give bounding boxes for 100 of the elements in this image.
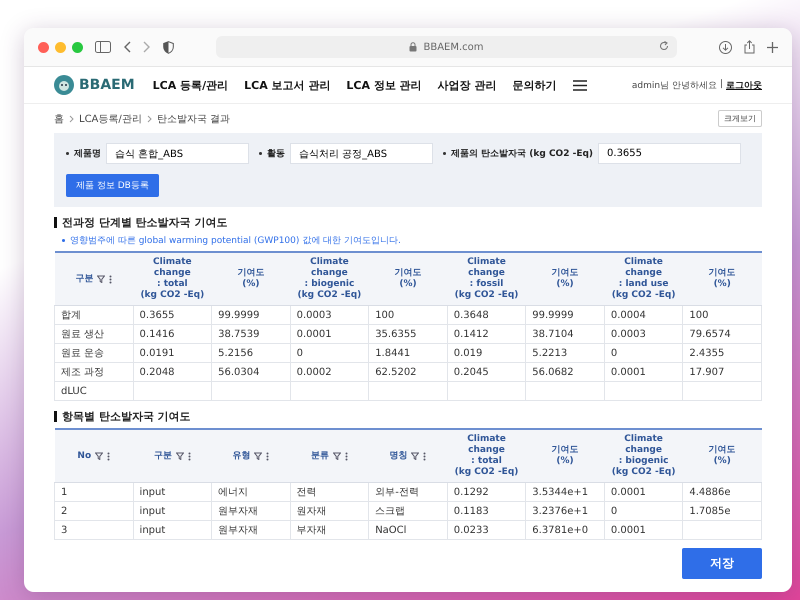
- shield-icon[interactable]: [163, 40, 174, 54]
- table-cell: input: [133, 520, 212, 540]
- table-cell: 1.7085e: [682, 502, 762, 520]
- filter-icon[interactable]: [332, 452, 341, 460]
- table-cell: 100: [368, 306, 448, 324]
- register-button[interactable]: 제품 정보 DB등록: [66, 174, 159, 197]
- column-header: Climate change : biogenic (kg CO2 -Eq): [296, 257, 362, 301]
- breadcrumb-item[interactable]: LCA등록/관리: [79, 112, 142, 126]
- table-cell: 원료 생산: [54, 324, 134, 344]
- table-cell: 0.1292: [447, 482, 526, 502]
- column-header: Climate change : fossil (kg CO2 -Eq): [454, 257, 520, 301]
- table-cell: 35.6355: [368, 324, 448, 344]
- table-cell: 0.3655: [133, 306, 212, 324]
- table-cell: 스크랩: [368, 502, 448, 520]
- table-cell: 2: [54, 502, 134, 520]
- table-cell: 원부자재: [212, 520, 290, 540]
- filter-icon[interactable]: [176, 452, 184, 460]
- address-bar[interactable]: BBAEM.com: [216, 36, 677, 58]
- table-cell: 0.0001: [604, 482, 683, 502]
- nav-link[interactable]: LCA 정보 관리: [346, 78, 422, 92]
- input-field[interactable]: 0.3655: [598, 143, 742, 164]
- table-cell: 0.1412: [447, 324, 526, 344]
- table-cell: 원료 운송: [54, 344, 134, 362]
- table-cell: input: [133, 482, 212, 502]
- more-icon[interactable]: [107, 452, 110, 460]
- column-header: 분류: [310, 450, 329, 462]
- column-header: 기여도 (%): [552, 268, 579, 290]
- table-cell: 56.0682: [526, 362, 604, 382]
- sidebar-icon[interactable]: [95, 41, 111, 53]
- more-icon[interactable]: [188, 452, 191, 460]
- table-cell: 56.0304: [212, 362, 290, 382]
- table-cell: 0: [604, 344, 683, 362]
- table-cell: 합계: [54, 306, 134, 324]
- more-icon[interactable]: [266, 452, 270, 460]
- filter-icon[interactable]: [411, 452, 420, 460]
- column-header: Climate change : total (kg CO2 -Eq): [454, 434, 520, 478]
- menu-icon[interactable]: [572, 80, 586, 90]
- table-cell: 0.0002: [290, 362, 369, 382]
- save-button[interactable]: 저장: [682, 548, 762, 579]
- column-header: 구분: [154, 450, 172, 462]
- table-cell: 전력: [290, 482, 369, 502]
- table-cell: 0.1183: [447, 502, 526, 520]
- table-cell: 1: [54, 482, 134, 502]
- title-bar-mark: [54, 217, 57, 228]
- nav-link[interactable]: LCA 등록/관리: [152, 78, 228, 92]
- table-cell: 0.0003: [604, 324, 683, 344]
- input-field[interactable]: 습식처리 공정_ABS: [290, 143, 433, 164]
- table-cell: 0.3648: [447, 306, 526, 324]
- table-cell: 0.0001: [604, 362, 683, 382]
- logout-link[interactable]: 로그아웃: [726, 78, 762, 92]
- breadcrumb-item[interactable]: 홈: [54, 112, 64, 126]
- field-label: 제품명: [74, 148, 101, 160]
- column-header: 명칭: [389, 450, 408, 462]
- table-cell: 0.2045: [447, 362, 526, 382]
- column-header: 기여도 (%): [237, 268, 264, 290]
- field-label: 제품의 탄소발자국 (kg CO2 -Eq): [451, 148, 594, 160]
- table-cell: 0: [604, 502, 683, 520]
- column-header: Climate change : land use (kg CO2 -Eq): [610, 257, 676, 301]
- more-icon[interactable]: [344, 452, 348, 460]
- back-icon[interactable]: [123, 41, 131, 53]
- filter-icon[interactable]: [97, 275, 106, 283]
- table-cell: 1.8441: [368, 344, 448, 362]
- more-icon[interactable]: [109, 274, 112, 284]
- close-button[interactable]: [38, 42, 49, 52]
- table-cell: 0.0233: [447, 520, 526, 540]
- column-header: 기여도 (%): [552, 445, 579, 467]
- greeting-text: admin님 안녕하세요: [632, 80, 717, 92]
- share-icon[interactable]: [744, 40, 755, 54]
- note-text: 영향범주에 따른 global warming potential (GWP100) 값에 대한 기여도입니다.: [70, 235, 401, 247]
- more-icon[interactable]: [423, 452, 426, 460]
- table-cell: NaOCl: [368, 520, 448, 540]
- title-bar-mark: [54, 411, 57, 422]
- column-header: 기여도 (%): [394, 268, 422, 290]
- table-cell: 0.0003: [290, 306, 369, 324]
- table-cell: dLUC: [54, 382, 134, 400]
- input-field[interactable]: 습식 혼합_ABS: [106, 143, 249, 164]
- column-header: No: [77, 450, 92, 462]
- filter-icon[interactable]: [95, 452, 104, 460]
- bullet-icon: [259, 152, 262, 155]
- table-cell: 0: [290, 344, 369, 362]
- section-title: 항목별 탄소발자국 기여도: [62, 409, 191, 424]
- nav-link[interactable]: 사업장 관리: [438, 78, 496, 92]
- filter-icon[interactable]: [254, 452, 262, 460]
- table-cell: 2.4355: [682, 344, 762, 362]
- nav-link[interactable]: LCA 보고서 관리: [244, 78, 330, 92]
- nav-link[interactable]: 문의하기: [512, 78, 556, 92]
- column-header: Climate change : biogenic (kg CO2 -Eq): [610, 434, 676, 478]
- reload-icon[interactable]: [659, 41, 669, 51]
- bullet-icon: [62, 239, 65, 242]
- column-header: 기여도 (%): [708, 445, 736, 467]
- breadcrumb-item: 탄소발자국 결과: [156, 112, 230, 126]
- table-cell: 99.9999: [212, 306, 290, 324]
- download-icon[interactable]: [719, 40, 732, 54]
- enlarge-button[interactable]: 크게보기: [718, 110, 762, 127]
- plus-icon[interactable]: [767, 42, 778, 52]
- table-cell: 4.4886e: [682, 482, 762, 502]
- bullet-icon: [66, 152, 69, 155]
- column-header: 구분: [75, 274, 94, 284]
- chevron-icon: [69, 114, 74, 122]
- table-cell: 3: [54, 520, 134, 540]
